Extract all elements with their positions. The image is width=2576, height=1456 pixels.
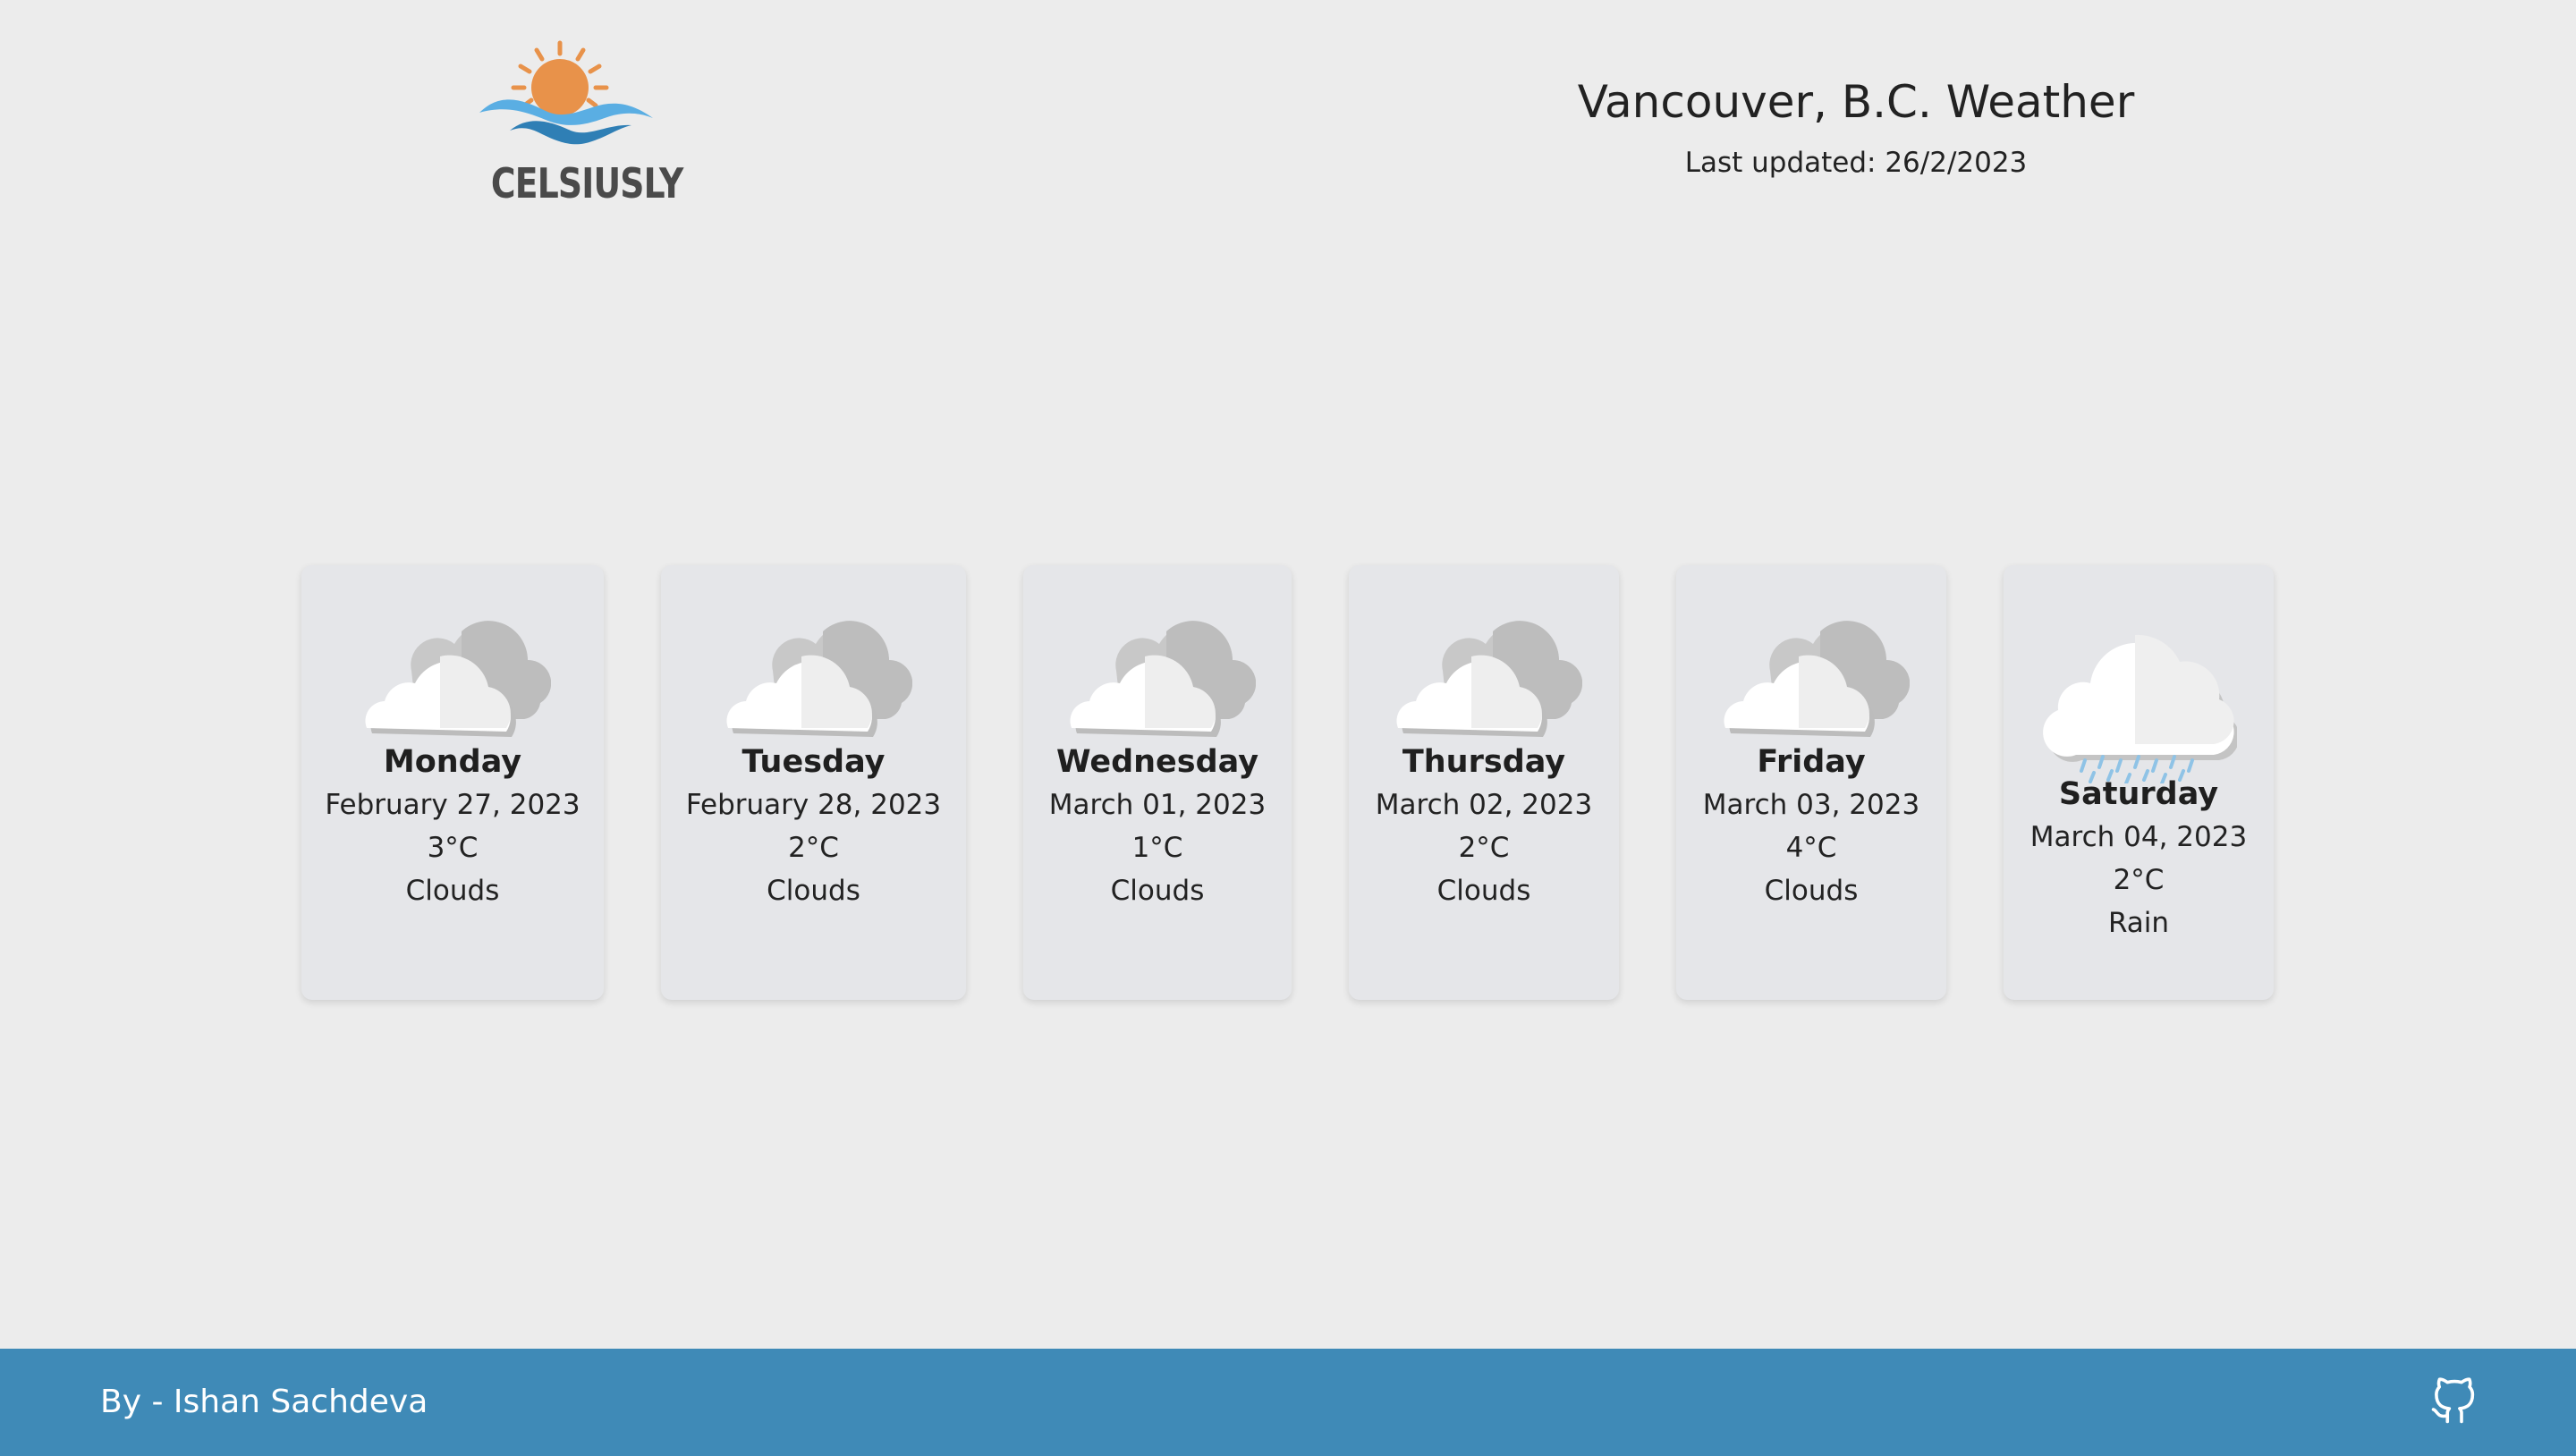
cloud-icon (725, 621, 912, 737)
forecast-list: Monday February 27, 2023 3°C Clouds Tues… (0, 565, 2576, 1003)
author-credit: By - Ishan Sachdeva (100, 1384, 428, 1420)
forecast-condition: Rain (2107, 907, 2170, 939)
forecast-card[interactable]: Thursday March 02, 2023 2°C Clouds (1349, 565, 1619, 1000)
github-link[interactable] (2429, 1377, 2478, 1426)
logo-wordmark: CELSIUSLY (490, 159, 683, 207)
page: CELSIUSLY Vancouver, B.C. Weather Last u… (0, 0, 2576, 1456)
forecast-card[interactable]: Saturday March 04, 2023 2°C Rain (2004, 565, 2274, 1000)
github-icon (2431, 1377, 2475, 1424)
page-title: Vancouver, B.C. Weather (1577, 76, 2135, 128)
forecast-card[interactable]: Tuesday February 28, 2023 2°C Clouds (661, 565, 966, 1000)
forecast-condition: Clouds (1764, 875, 1859, 907)
cloud-icon (365, 621, 551, 737)
forecast-day: Friday (1757, 744, 1866, 780)
forecast-card[interactable]: Friday March 03, 2023 4°C Clouds (1676, 565, 1946, 1000)
forecast-day: Saturday (2058, 776, 2219, 812)
forecast-date: March 01, 2023 (1048, 789, 1267, 821)
forecast-date: February 28, 2023 (685, 789, 942, 821)
forecast-temperature: 4°C (1785, 832, 1837, 864)
forecast-date: March 04, 2023 (2029, 821, 2248, 853)
forecast-day: Monday (383, 744, 522, 780)
cloud-icon (1396, 621, 1582, 737)
footer: By - Ishan Sachdeva (0, 1349, 2576, 1456)
forecast-temperature: 3°C (427, 832, 479, 864)
sun-wave-logo-icon (479, 40, 653, 145)
forecast-condition: Clouds (1436, 875, 1531, 907)
forecast-temperature: 2°C (788, 832, 839, 864)
forecast-card[interactable]: Monday February 27, 2023 3°C Clouds (301, 565, 604, 1000)
last-updated-text: Last updated: 26/2/2023 (1684, 147, 2028, 179)
forecast-date: March 02, 2023 (1375, 789, 1593, 821)
forecast-condition: Clouds (1110, 875, 1205, 907)
weather-header: Vancouver, B.C. Weather Last updated: 26… (1521, 70, 2191, 181)
forecast-day: Tuesday (741, 744, 886, 780)
rain-cloud-icon (2043, 634, 2237, 783)
forecast-card[interactable]: Wednesday March 01, 2023 1°C Clouds (1023, 565, 1292, 1000)
forecast-date: March 03, 2023 (1702, 789, 1920, 821)
brand-logo[interactable]: CELSIUSLY (474, 36, 683, 215)
forecast-date: February 27, 2023 (325, 789, 580, 821)
forecast-condition: Clouds (767, 875, 860, 907)
cloud-icon (1724, 621, 1910, 737)
forecast-day: Wednesday (1055, 744, 1259, 780)
forecast-temperature: 1°C (1131, 832, 1183, 864)
cloud-icon (1070, 621, 1256, 737)
forecast-temperature: 2°C (1458, 832, 1510, 864)
forecast-condition: Clouds (405, 875, 500, 907)
forecast-day: Thursday (1402, 744, 1566, 780)
forecast-temperature: 2°C (2113, 864, 2165, 896)
